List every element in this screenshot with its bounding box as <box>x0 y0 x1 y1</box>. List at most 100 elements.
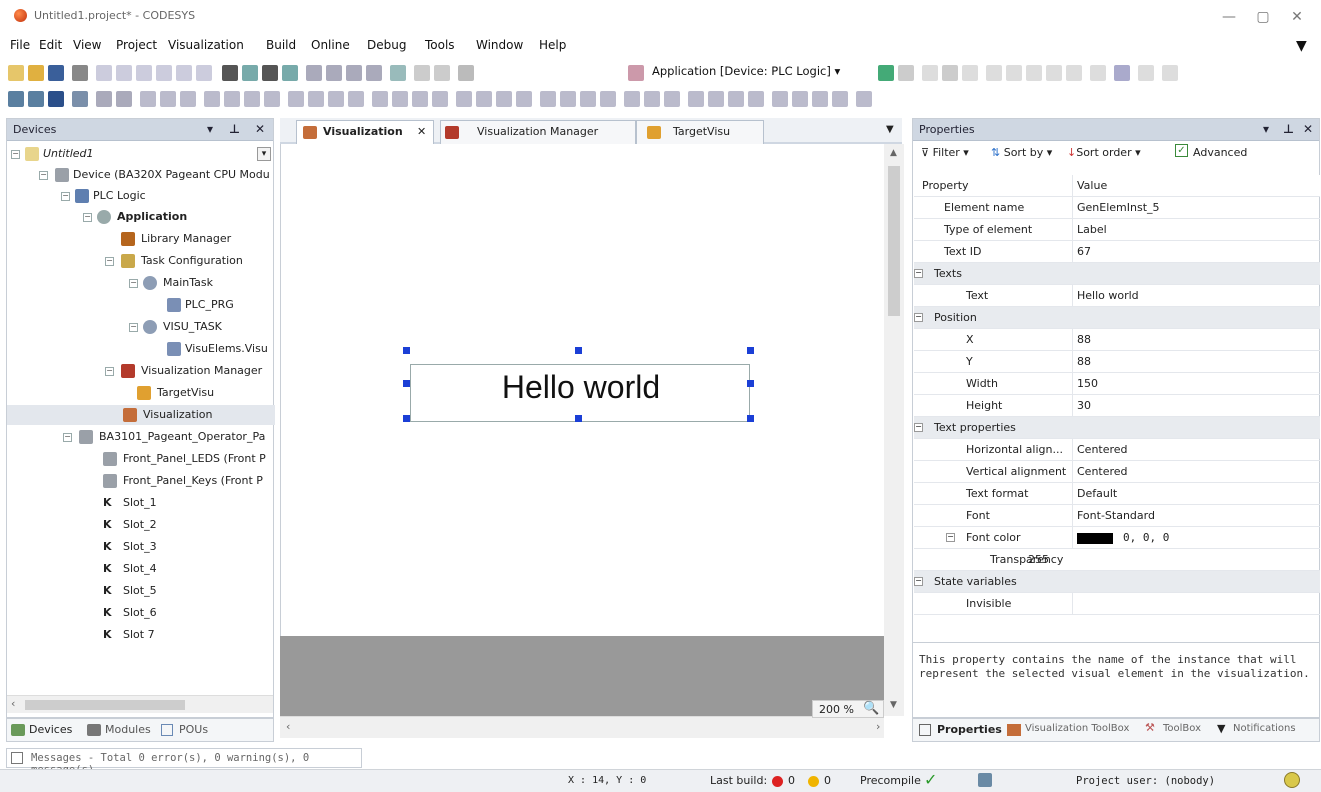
paste-icon[interactable] <box>176 65 192 81</box>
breakpoint-icon[interactable] <box>986 65 1002 81</box>
property-row[interactable]: Text Hello world <box>914 285 1320 307</box>
resize-handle-ne[interactable] <box>747 347 754 354</box>
property-row[interactable]: Y 88 <box>914 351 1320 373</box>
align-icon-28[interactable] <box>580 91 596 107</box>
devices-hscrollbar[interactable]: ‹ <box>7 695 273 713</box>
redo-icon[interactable] <box>116 65 132 81</box>
project-dropdown-icon[interactable]: ▾ <box>257 147 271 161</box>
expander-icon[interactable]: − <box>105 367 114 376</box>
property-value[interactable]: GenElemInst_5 <box>1072 197 1160 218</box>
tab-toolbox[interactable]: ToolBox <box>1163 723 1201 734</box>
resize-handle-e[interactable] <box>747 380 754 387</box>
undo-icon[interactable] <box>96 65 112 81</box>
expander-icon[interactable]: − <box>129 279 138 288</box>
editor-vscrollbar[interactable]: ▲ ▼ <box>884 144 904 716</box>
application-selector[interactable]: Application [Device: PLC Logic] ▾ <box>652 64 840 78</box>
resize-handle-nw[interactable] <box>403 347 410 354</box>
save-icon[interactable] <box>48 65 64 81</box>
warning-count[interactable]: 0 <box>824 774 831 787</box>
run-icon[interactable] <box>922 65 938 81</box>
collapse-icon[interactable]: − <box>914 423 923 432</box>
menu-tools[interactable]: Tools <box>425 38 455 52</box>
toolbar-icon-e[interactable] <box>414 65 430 81</box>
pin-icon[interactable]: ⊥ <box>1283 122 1294 136</box>
menu-window[interactable]: Window <box>476 38 523 52</box>
tab-devices[interactable]: Devices <box>29 723 72 736</box>
align-icon-31[interactable] <box>644 91 660 107</box>
maximize-button[interactable]: ▢ <box>1248 4 1278 30</box>
align-icon-29[interactable] <box>600 91 616 107</box>
sort-order-button[interactable]: ↓Sort order ▾ <box>1067 146 1141 159</box>
resize-handle-se[interactable] <box>747 415 754 422</box>
menu-build[interactable]: Build <box>266 38 296 52</box>
panel-menu-icon[interactable]: ▾ <box>207 122 213 136</box>
align-icon-24[interactable] <box>496 91 512 107</box>
property-row[interactable]: Text format Default <box>914 483 1320 505</box>
scroll-left-icon[interactable]: ‹ <box>11 697 15 710</box>
resize-handle-s[interactable] <box>575 415 582 422</box>
tab-pous[interactable]: POUs <box>179 723 208 736</box>
property-value[interactable]: 0, 0, 0 <box>1072 527 1169 548</box>
align-icon-8[interactable] <box>160 91 176 107</box>
property-group-row[interactable]: − Texts <box>914 263 1320 285</box>
filter-icon[interactable]: ▼ <box>1296 38 1307 54</box>
replace-icon[interactable] <box>262 65 278 81</box>
property-row[interactable]: Text ID 67 <box>914 241 1320 263</box>
align-icon-3[interactable] <box>48 91 64 107</box>
tab-notifications[interactable]: Notifications <box>1233 723 1296 734</box>
scroll-thumb[interactable] <box>888 166 900 316</box>
pin-icon[interactable]: ⊥ <box>229 122 240 136</box>
menu-debug[interactable]: Debug <box>367 38 406 52</box>
property-row[interactable]: Font Font-Standard <box>914 505 1320 527</box>
align-icon-13[interactable] <box>264 91 280 107</box>
toolbar-icon-h[interactable] <box>1066 65 1082 81</box>
precompile-label[interactable]: Precompile <box>860 774 921 787</box>
property-group-row[interactable]: − Text properties <box>914 417 1320 439</box>
delete-icon[interactable] <box>196 65 212 81</box>
align-icon-22[interactable] <box>456 91 472 107</box>
menu-project[interactable]: Project <box>116 38 157 52</box>
tab-visualization-toolbox[interactable]: Visualization ToolBox <box>1025 723 1129 734</box>
print-icon[interactable] <box>72 65 88 81</box>
align-icon-10[interactable] <box>204 91 220 107</box>
toolbar-icon-k[interactable] <box>1138 65 1154 81</box>
close-tab-icon[interactable]: ✕ <box>417 121 426 143</box>
menu-file[interactable]: File <box>10 38 30 52</box>
align-icon-7[interactable] <box>140 91 156 107</box>
resize-handle-sw[interactable] <box>403 415 410 422</box>
expander-icon[interactable]: − <box>39 171 48 180</box>
align-icon-41[interactable] <box>856 91 872 107</box>
align-icon-27[interactable] <box>560 91 576 107</box>
tree-node-visualization[interactable]: Visualization <box>7 405 275 425</box>
advanced-checkbox[interactable]: ✓ <box>1175 144 1188 157</box>
property-value[interactable]: Centered <box>1072 439 1128 460</box>
toolbar-icon-l[interactable] <box>1162 65 1178 81</box>
toolbar-icon-i[interactable] <box>1090 65 1106 81</box>
stop-icon[interactable] <box>942 65 958 81</box>
toolbar-icon-g[interactable] <box>458 65 474 81</box>
property-value[interactable]: 88 <box>1072 329 1091 350</box>
property-row[interactable]: Width 150 <box>914 373 1320 395</box>
property-value[interactable]: Hello world <box>1072 285 1139 306</box>
resize-handle-w[interactable] <box>403 380 410 387</box>
find-icon[interactable] <box>222 65 238 81</box>
tree-node-project[interactable]: − Untitled1 ▾ <box>7 144 275 164</box>
label-element[interactable]: Hello world <box>410 364 750 422</box>
toolbar-icon-f[interactable] <box>434 65 450 81</box>
align-icon-18[interactable] <box>372 91 388 107</box>
menu-visualization[interactable]: Visualization <box>168 38 244 52</box>
align-icon-33[interactable] <box>688 91 704 107</box>
filter-button[interactable]: ⊽ Filter ▾ <box>921 146 969 159</box>
sort-by-button[interactable]: ⇅ Sort by ▾ <box>991 146 1052 159</box>
collapse-icon[interactable]: − <box>914 269 923 278</box>
align-icon-5[interactable] <box>96 91 112 107</box>
align-icon-15[interactable] <box>308 91 324 107</box>
step-over-icon[interactable] <box>1006 65 1022 81</box>
messages-bar[interactable]: Messages - Total 0 error(s), 0 warning(s… <box>6 748 362 776</box>
editor-hscrollbar[interactable]: ‹ › <box>280 716 884 738</box>
align-icon-2[interactable] <box>28 91 44 107</box>
align-icon-9[interactable] <box>180 91 196 107</box>
calendar-icon[interactable] <box>628 65 644 81</box>
cut-icon[interactable] <box>136 65 152 81</box>
property-group-row[interactable]: − Position <box>914 307 1320 329</box>
